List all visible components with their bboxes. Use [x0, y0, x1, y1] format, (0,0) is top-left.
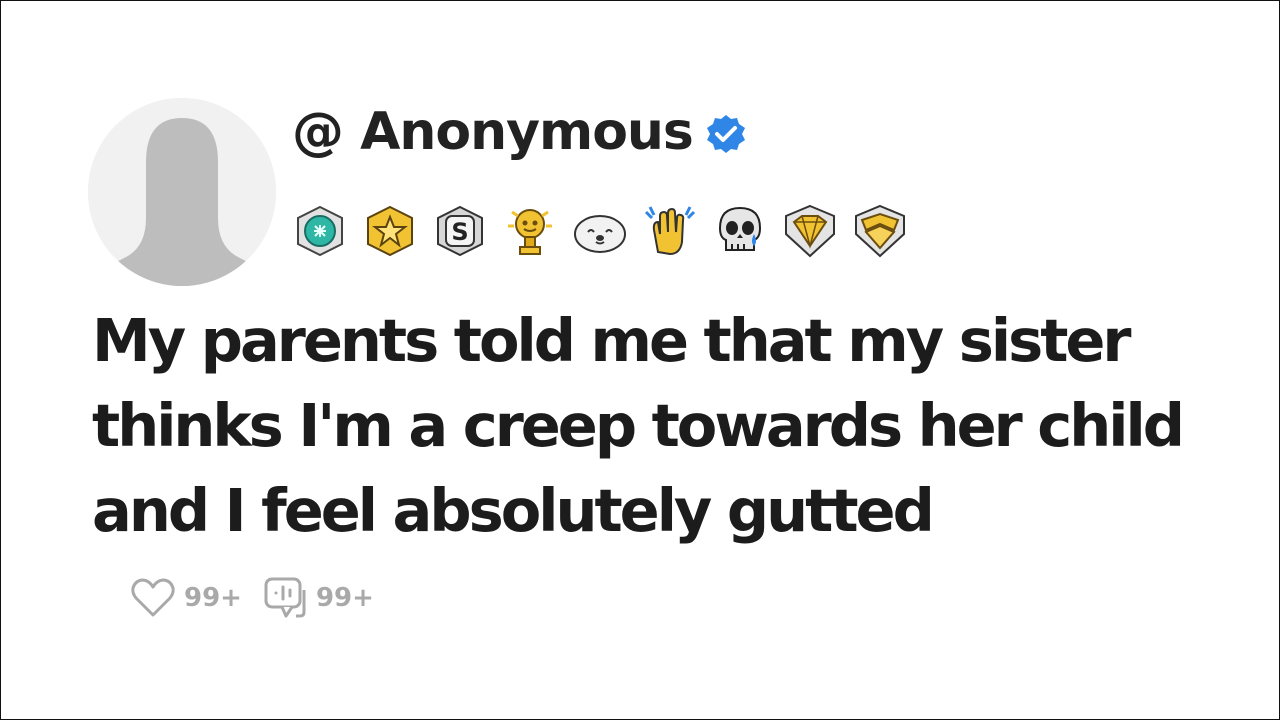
teal-award-icon [297, 205, 343, 257]
gold-diamond-award-icon [785, 204, 835, 258]
like-count: 99+ [184, 583, 242, 613]
post-title: My parents told me that my sister thinks… [92, 306, 1185, 545]
gold-trophy-award-icon [508, 209, 552, 255]
engagement-stats: 99+ 99+ [130, 576, 394, 620]
gold-star-award-icon [367, 205, 413, 257]
comment-count: 99+ [315, 583, 374, 613]
avatar[interactable] [88, 98, 276, 286]
svg-text:S: S [451, 218, 468, 246]
clapping-hands-award-icon [644, 206, 696, 256]
silver-s-award-icon: S [437, 205, 483, 257]
award-badges: S [290, 204, 910, 258]
username[interactable]: @ Anonymous [292, 106, 694, 158]
post-header: @ Anonymous [292, 106, 747, 158]
seal-face-award-icon [574, 215, 626, 253]
gold-chevron-award-icon [855, 204, 905, 258]
comment-icon[interactable] [262, 576, 308, 620]
comment-stat[interactable]: 99+ [262, 576, 374, 620]
verified-check-icon [706, 115, 745, 153]
default-avatar-silhouette-icon [88, 98, 276, 286]
like-stat[interactable]: 99+ [130, 577, 242, 619]
crying-skull-award-icon [718, 206, 762, 251]
heart-icon[interactable] [130, 577, 176, 619]
